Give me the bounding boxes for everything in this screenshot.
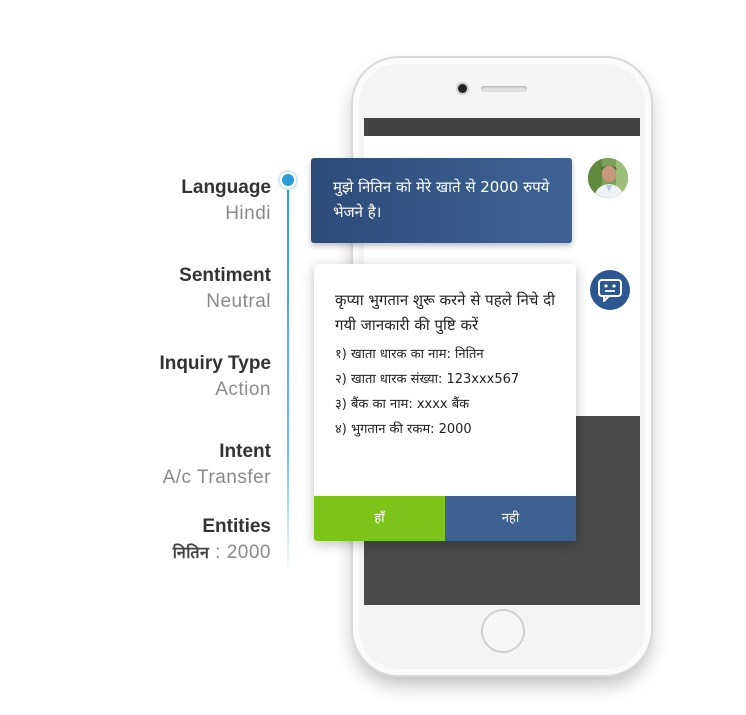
annotation-label: Inquiry Type [159,353,271,374]
payment-details-list: १) खाता धारक का नाम: नितिन २) खाता धारक … [335,342,560,442]
annotation-value: Hindi [225,203,271,224]
annotation-label: Language [181,177,271,198]
confirm-yes-button[interactable]: हाँ [314,496,445,541]
annotation-entities: Entities नितिन : 2000 [173,515,271,565]
user-avatar[interactable] [588,158,628,198]
bot-message-card: कृप्या भुगतान शुरू करने से पहले निचे दी … [314,264,576,541]
annotation-label: Sentiment [179,265,271,286]
detail-account-number: २) खाता धारक संख्या: 123xxx567 [335,372,520,387]
annotation-inquiry-type: Inquiry Type Action [159,352,271,402]
camera-icon [458,84,467,93]
bot-message-content: कृप्या भुगतान शुरू करने से पहले निचे दी … [335,288,560,442]
chatbot-icon [590,270,630,310]
annotation-value: Action [215,379,271,400]
confirm-no-button[interactable]: नही [445,496,576,541]
entity-amount: : 2000 [209,542,271,563]
annotation-value: Neutral [206,291,271,312]
user-avatar-icon [588,158,628,198]
detail-account-holder: १) खाता धारक का नाम: नितिन [335,347,484,362]
annotation-value: नितिन : 2000 [173,541,271,565]
annotation-label: Intent [219,441,271,462]
detail-bank-name: ३) बैंक का नाम: xxxx बैंक [335,397,470,412]
status-bar [364,118,640,136]
user-message-text: मुझे नितिन को मेरे खाते से 2000 रुपये भे… [333,178,550,221]
annotation-timeline-line [287,180,289,575]
annotation-value: A/c Transfer [162,467,271,488]
annotation-label: Entities [202,516,271,537]
user-message-bubble: मुझे नितिन को मेरे खाते से 2000 रुपये भे… [311,158,572,243]
annotation-intent: Intent A/c Transfer [163,440,271,490]
chatbot-face-icon [598,279,622,302]
home-button[interactable] [481,609,525,653]
timeline-dot [280,172,296,188]
bot-message-text: कृप्या भुगतान शुरू करने से पहले निचे दी … [335,291,555,334]
entity-name: नितिन [172,543,210,562]
annotation-language: Language Hindi [181,176,271,226]
annotation-sentiment: Sentiment Neutral [179,264,271,314]
speaker-grille [481,86,527,92]
detail-amount: ४) भुगतान की रकम: 2000 [335,422,472,437]
